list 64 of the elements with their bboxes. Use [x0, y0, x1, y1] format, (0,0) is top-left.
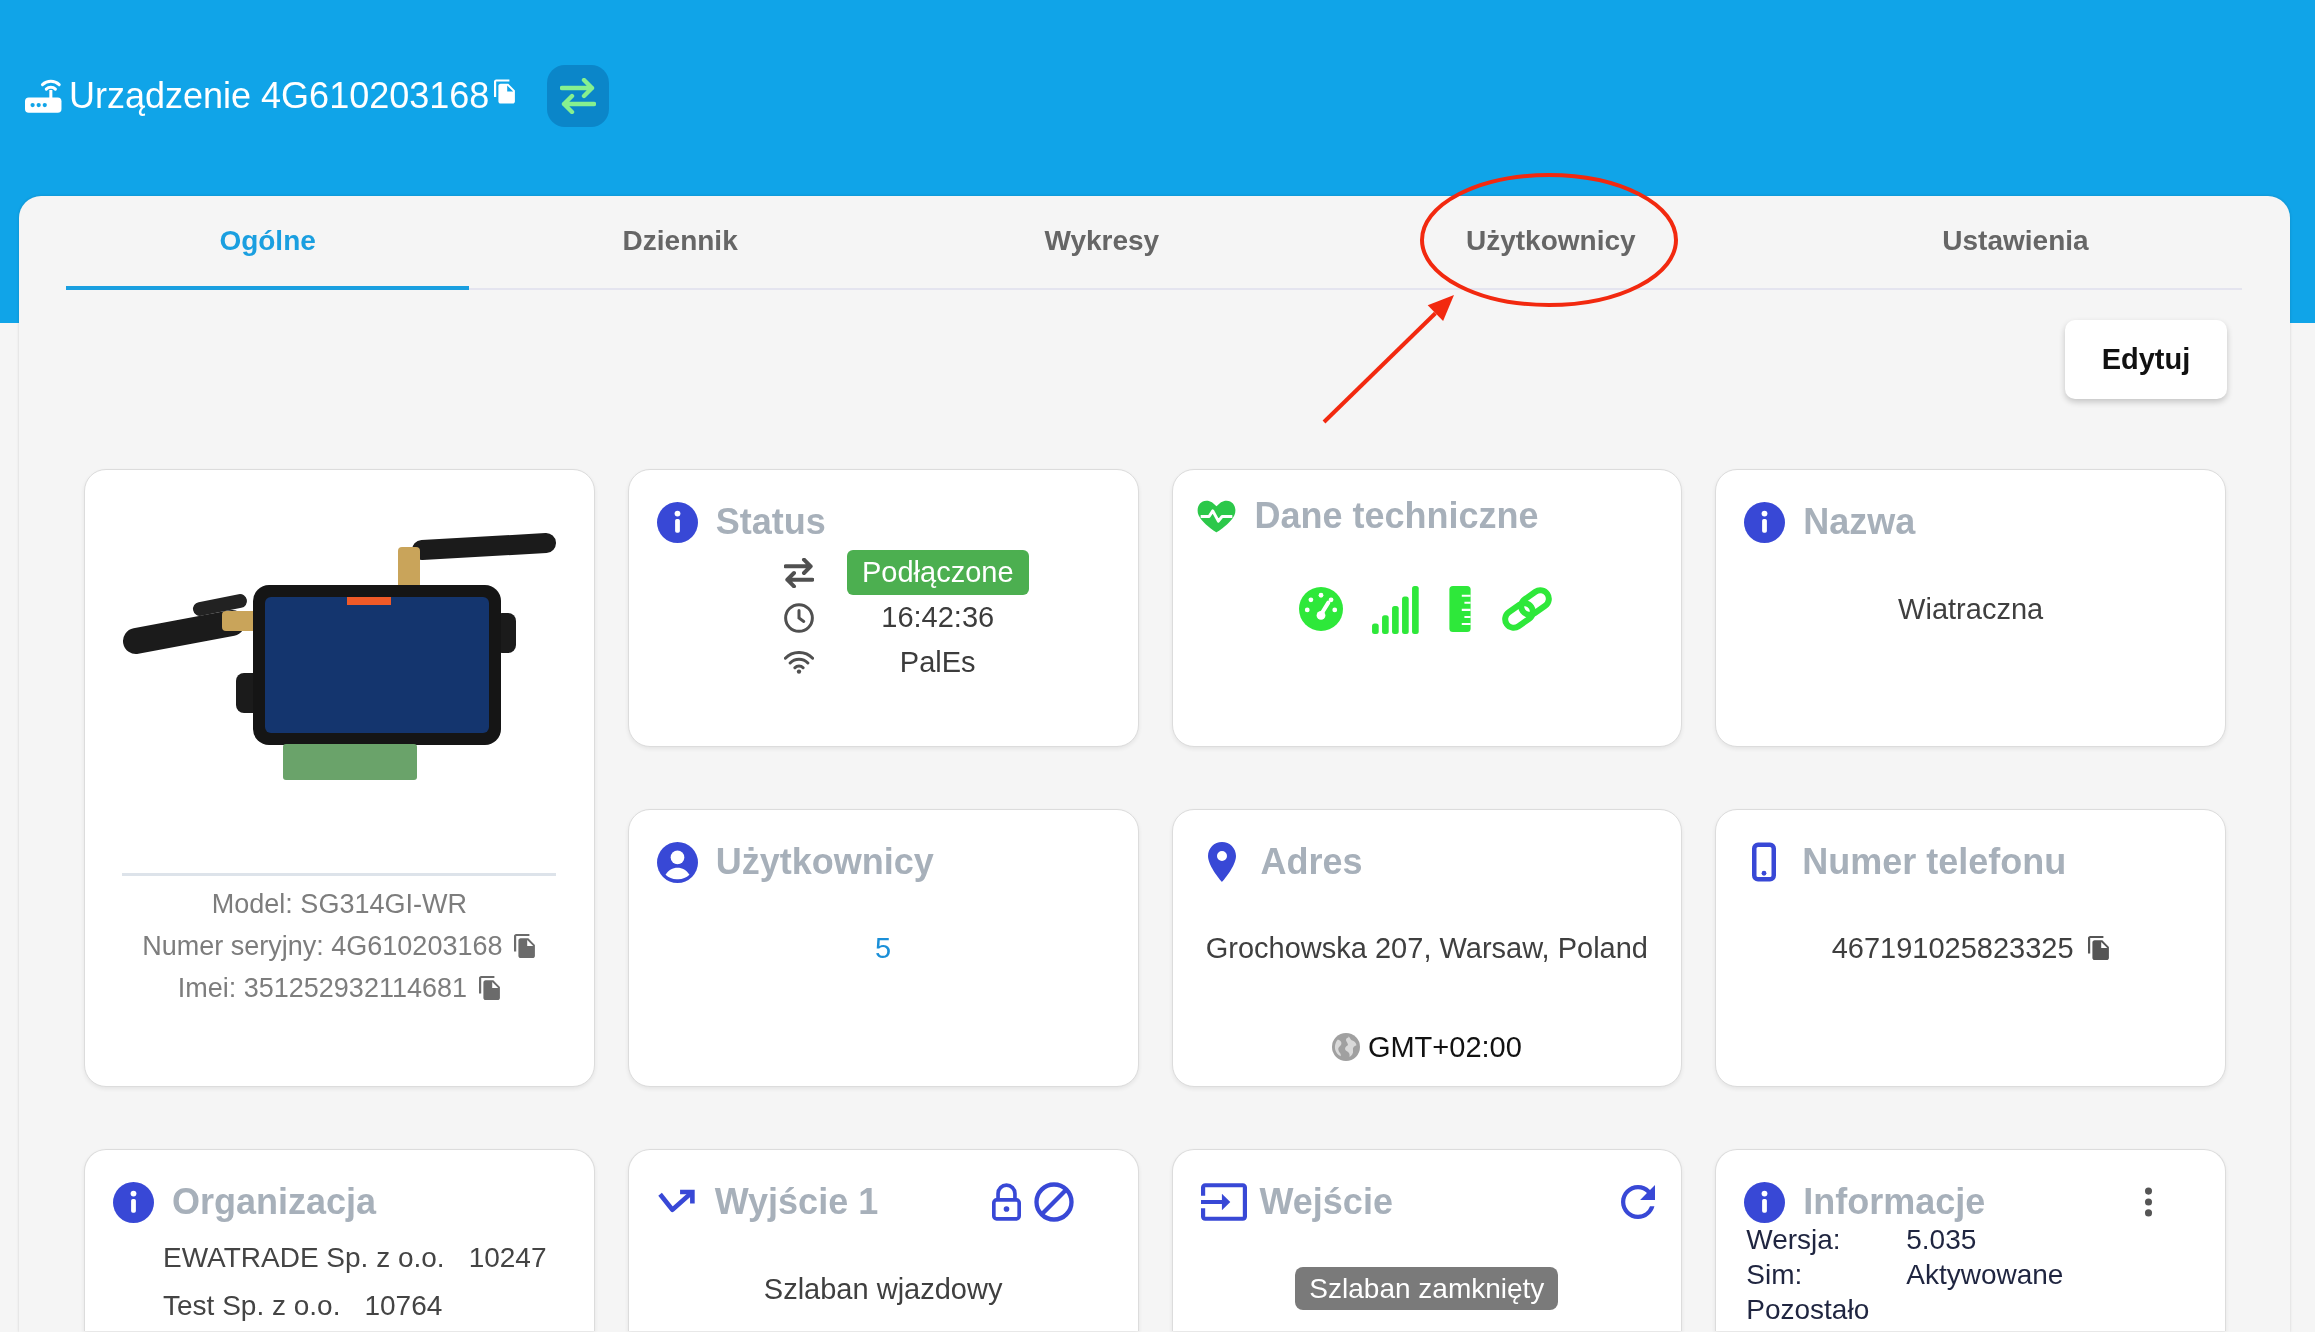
- wifi-icon: [783, 650, 814, 675]
- info-icon: [1744, 1181, 1786, 1223]
- info-label: Wersja:: [1746, 1223, 1842, 1257]
- card-title: Organizacja: [172, 1181, 377, 1223]
- map-pin-icon: [1207, 842, 1236, 882]
- timezone-text: GMT+02:00: [1367, 1030, 1522, 1065]
- signal-bars-icon: [1370, 584, 1421, 634]
- tab[interactable]: Wykresy: [891, 196, 1313, 290]
- device-title: Urządzenie 4G610203168: [69, 74, 490, 118]
- card-title: Dane techniczne: [1254, 495, 1539, 537]
- copy-icon[interactable]: [2087, 935, 2110, 961]
- tab[interactable]: Użytkownicy: [1312, 196, 1789, 290]
- organization-name: EWATRADE Sp. z o.o.: [163, 1241, 445, 1275]
- info-icon: [1744, 501, 1786, 543]
- time-text: 16:42:36: [881, 601, 995, 634]
- info-label: Pozostało: [1746, 1293, 1871, 1327]
- info-icon: [656, 501, 698, 543]
- organization-id: 10247: [468, 1241, 547, 1275]
- card-title: Wyjście 1: [714, 1181, 879, 1223]
- model-text: Model: SG314GI-WR: [211, 887, 467, 921]
- card-title: Adres: [1260, 841, 1363, 883]
- ruler-icon: [1448, 586, 1471, 632]
- tab[interactable]: Ogólne: [66, 196, 470, 290]
- card-title: Nazwa: [1803, 501, 1916, 543]
- card-title: Status: [715, 501, 826, 543]
- phone-number: 467191025823325: [1831, 931, 2074, 966]
- tab[interactable]: Ustawienia: [1788, 196, 2242, 290]
- swap-arrows-icon: [783, 557, 814, 588]
- info-value: Aktywowane: [1906, 1258, 2064, 1292]
- router-icon: [25, 79, 63, 113]
- copy-icon[interactable]: [514, 933, 537, 959]
- imei-text: Imei: 351252932114681: [177, 972, 467, 1004]
- phone-icon: [1752, 842, 1777, 882]
- gate-state-badge: Szlaban zamknięty: [1295, 1267, 1559, 1310]
- enter-box-icon: [1200, 1183, 1247, 1221]
- lock-icon[interactable]: [990, 1183, 1022, 1221]
- info-label: Sim:: [1746, 1258, 1804, 1292]
- connection-status-badge: Podłączone: [846, 550, 1029, 595]
- clock-icon: [783, 602, 814, 633]
- edit-button[interactable]: Edytuj: [2065, 320, 2227, 399]
- ban-icon[interactable]: [1033, 1182, 1074, 1222]
- info-icon: [113, 1181, 154, 1223]
- swap-arrows-icon: [560, 78, 597, 114]
- card-title: Informacje: [1803, 1181, 1986, 1223]
- organization-name: Test Sp. z o.o.: [163, 1289, 341, 1323]
- globe-icon: [1331, 1033, 1360, 1061]
- users-count[interactable]: 5: [875, 930, 892, 966]
- network-name: PalEs: [899, 646, 976, 679]
- serial-number-text: Numer seryjny: 4G610203168: [142, 930, 503, 962]
- device-name: Wiatraczna: [1898, 592, 2044, 627]
- address-text: Grochowska 207, Warsaw, Poland: [1205, 931, 1648, 966]
- refresh-icon[interactable]: [1621, 1185, 1656, 1219]
- organization-id: 10764: [364, 1289, 443, 1323]
- swap-button[interactable]: [547, 65, 610, 127]
- info-value: 5.035: [1906, 1223, 1977, 1257]
- card-title: Użytkownicy: [715, 841, 934, 883]
- gauge-icon: [1298, 587, 1343, 631]
- more-icon[interactable]: [2144, 1187, 2153, 1217]
- card-title: Wejście: [1259, 1181, 1393, 1223]
- user-circle-icon: [656, 841, 698, 883]
- copy-icon[interactable]: [479, 975, 501, 1001]
- output-name: Szlaban wjazdowy: [763, 1272, 1003, 1307]
- tab[interactable]: Dziennik: [469, 196, 892, 290]
- card-title: Numer telefonu: [1802, 841, 2067, 883]
